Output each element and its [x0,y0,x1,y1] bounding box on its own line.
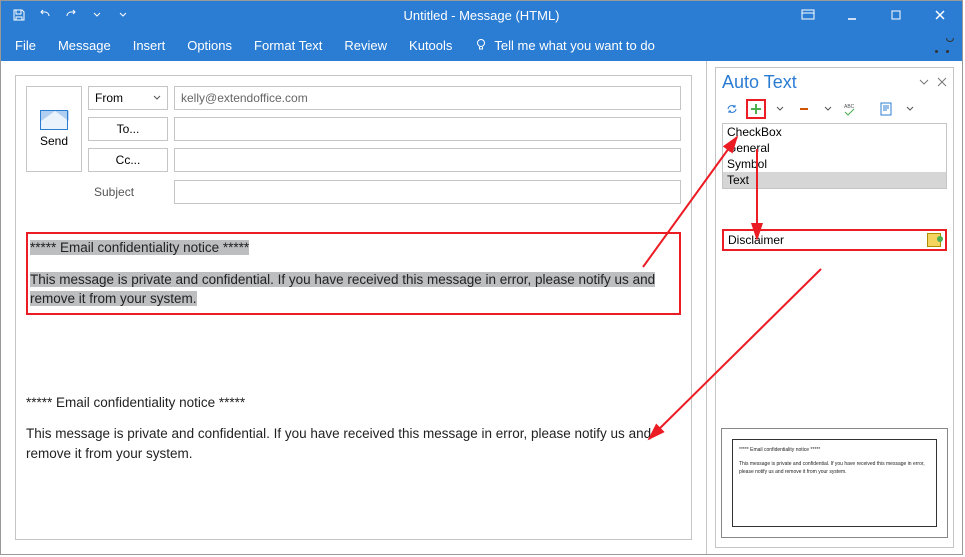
svg-text:ABC: ABC [844,104,855,110]
tab-file[interactable]: File [15,38,36,53]
body-para-2: This message is private and confidential… [26,424,681,463]
preview-pane: ***** Email confidentiality notice *****… [721,428,948,538]
send-label: Send [40,134,68,148]
from-field[interactable]: kelly@extendoffice.com [174,86,681,110]
envelope-icon [40,110,68,130]
tab-format-text[interactable]: Format Text [254,38,322,53]
qat-dropdown-2[interactable] [111,3,135,27]
qat-dropdown-1[interactable] [85,3,109,27]
annotation-selection-box: ***** Email confidentiality notice *****… [26,232,681,315]
message-body[interactable]: ***** Email confidentiality notice *****… [26,232,681,463]
subject-label: Subject [88,180,168,204]
to-button[interactable]: To... [88,117,168,141]
add-button[interactable] [746,99,766,119]
body-title-2: ***** Email confidentiality notice ***** [26,393,681,413]
body-para-selected: This message is private and confidential… [30,272,655,307]
send-button[interactable]: Send [26,86,82,172]
page-icon[interactable] [876,99,896,119]
tab-options[interactable]: Options [187,38,232,53]
list-item-selected[interactable]: Text [723,172,946,188]
list-item[interactable]: General [723,140,946,156]
autotext-entry[interactable]: Disclaimer [722,229,947,251]
from-label: From [95,91,123,105]
preview-title: ***** Email confidentiality notice ***** [739,446,930,454]
maximize-icon[interactable] [874,1,918,29]
save-icon[interactable] [7,3,31,27]
tell-me-label: Tell me what you want to do [494,38,654,53]
pane-close-icon[interactable] [937,75,947,90]
body-title-selected: ***** Email confidentiality notice ***** [30,240,249,255]
redo-icon[interactable] [59,3,83,27]
list-item[interactable]: CheckBox [723,124,946,140]
pane-toolbar: ABC [722,99,947,119]
refresh-icon[interactable] [722,99,742,119]
cc-button[interactable]: Cc... [88,148,168,172]
remove-dropdown-icon[interactable] [818,99,838,119]
subject-field[interactable] [174,180,681,204]
insert-icon[interactable] [927,233,941,247]
ribbon-display-icon[interactable] [786,1,830,29]
to-field[interactable] [174,117,681,141]
page-dropdown-icon[interactable] [900,99,920,119]
tell-me-search[interactable]: Tell me what you want to do [474,38,654,53]
ribbon-tabs: File Message Insert Options Format Text … [1,29,962,61]
pane-options-icon[interactable] [919,75,929,90]
title-bar: Untitled - Message (HTML) [1,1,962,29]
tab-kutools[interactable]: Kutools [409,38,452,53]
auto-text-pane: Auto Text ABC [706,61,962,554]
category-list[interactable]: CheckBox General Symbol Text [722,123,947,189]
minimize-icon[interactable] [830,1,874,29]
abc-check-icon[interactable]: ABC [842,99,862,119]
pane-title: Auto Text [722,72,797,93]
preview-para: This message is private and confidential… [739,460,930,476]
entry-label: Disclaimer [728,233,784,247]
tab-review[interactable]: Review [344,38,387,53]
from-button[interactable]: From [88,86,168,110]
add-dropdown-icon[interactable] [770,99,790,119]
tab-insert[interactable]: Insert [133,38,166,53]
list-item[interactable]: Symbol [723,156,946,172]
close-icon[interactable] [918,1,962,29]
undo-icon[interactable] [33,3,57,27]
chevron-down-icon [153,94,161,102]
quick-access-toolbar [1,1,135,29]
tab-message[interactable]: Message [58,38,111,53]
remove-icon[interactable] [794,99,814,119]
lightbulb-icon [474,38,488,52]
cc-field[interactable] [174,148,681,172]
